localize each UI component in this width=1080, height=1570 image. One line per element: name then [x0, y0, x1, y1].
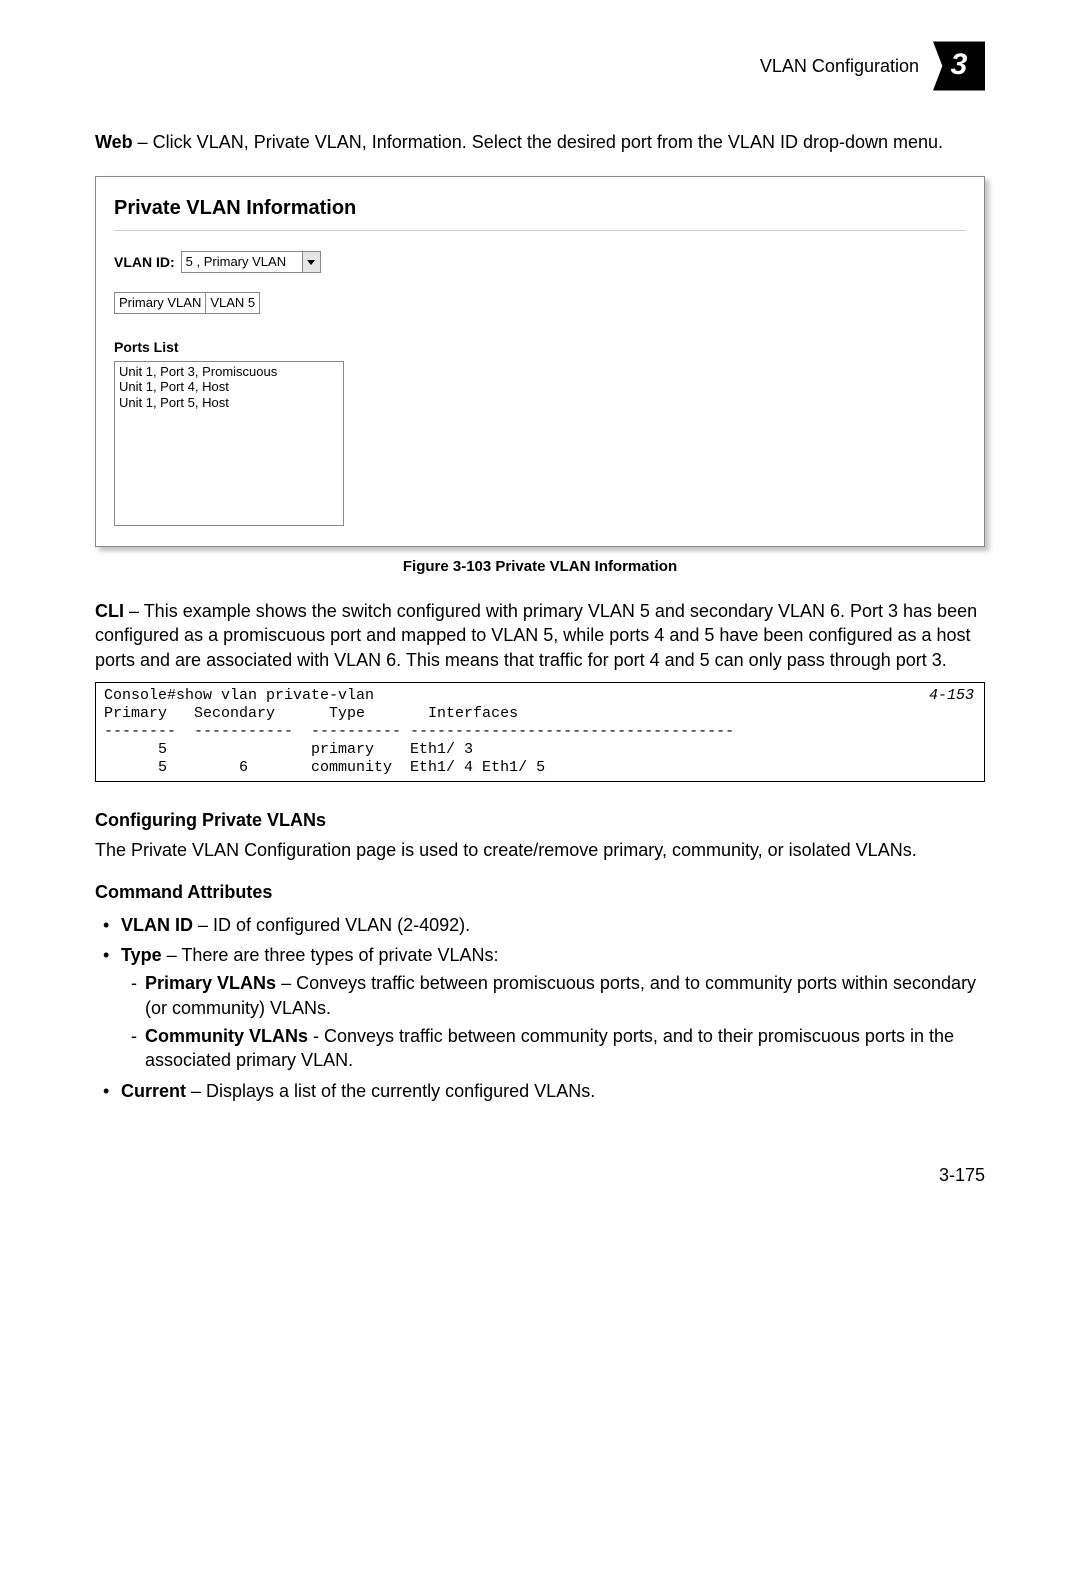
attr-item: Current – Displays a list of the current…: [109, 1079, 985, 1103]
ports-list-box[interactable]: Unit 1, Port 3, Promiscuous Unit 1, Port…: [114, 361, 344, 526]
cli-intro-text: – This example shows the switch configur…: [95, 601, 977, 670]
web-intro: Web – Click VLAN, Private VLAN, Informat…: [95, 130, 985, 154]
attr-subitem: Community VLANs - Conveys traffic betwee…: [131, 1024, 985, 1073]
section-desc: The Private VLAN Configuration page is u…: [95, 838, 985, 862]
ports-list-item[interactable]: Unit 1, Port 3, Promiscuous: [119, 364, 339, 380]
chapter-number: 3: [951, 45, 968, 86]
attr-item: VLAN ID – ID of configured VLAN (2-4092)…: [109, 913, 985, 937]
mini-col1: Primary VLAN: [115, 293, 205, 313]
ports-list-label: Ports List: [114, 338, 966, 357]
mini-col2: VLAN 5: [205, 293, 259, 313]
ports-list-item[interactable]: Unit 1, Port 4, Host: [119, 379, 339, 395]
vlan-id-row: VLAN ID: 5 , Primary VLAN: [114, 251, 966, 273]
cli-line: 5 6 community Eth1/ 4 Eth1/ 5: [104, 759, 545, 776]
figure-caption: Figure 3-103 Private VLAN Information: [95, 557, 985, 577]
web-intro-text: – Click VLAN, Private VLAN, Information.…: [133, 132, 943, 152]
cli-line: 5 primary Eth1/ 3: [104, 741, 473, 758]
command-attributes-heading: Command Attributes: [95, 880, 985, 904]
attr-sublist: Primary VLANs – Conveys traffic between …: [121, 971, 985, 1072]
web-intro-bold: Web: [95, 132, 133, 152]
page-number: 3-175: [95, 1163, 985, 1187]
cli-line: Primary Secondary Type Interfaces: [104, 705, 518, 722]
attr-subitem: Primary VLANs – Conveys traffic between …: [131, 971, 985, 1020]
cli-intro-bold: CLI: [95, 601, 124, 621]
attributes-list: VLAN ID – ID of configured VLAN (2-4092)…: [95, 913, 985, 1103]
screenshot-panel: Private VLAN Information VLAN ID: 5 , Pr…: [95, 176, 985, 546]
panel-title: Private VLAN Information: [114, 195, 966, 231]
cli-intro: CLI – This example shows the switch conf…: [95, 599, 985, 672]
header-title: VLAN Configuration: [760, 54, 919, 78]
chapter-badge: 3: [933, 40, 985, 92]
cli-line: -------- ----------- ---------- --------…: [104, 723, 734, 740]
vlan-id-value: 5 , Primary VLAN: [182, 252, 302, 272]
chevron-down-icon[interactable]: [302, 252, 320, 272]
attr-item: Type – There are three types of private …: [109, 943, 985, 1072]
section-heading: Configuring Private VLANs: [95, 808, 985, 832]
cli-line: Console#show vlan private-vlan: [104, 687, 374, 704]
vlan-id-dropdown[interactable]: 5 , Primary VLAN: [181, 251, 321, 273]
vlan-id-label: VLAN ID:: [114, 253, 175, 272]
ports-list-item[interactable]: Unit 1, Port 5, Host: [119, 395, 339, 411]
primary-vlan-table: Primary VLAN VLAN 5: [114, 292, 260, 314]
cli-output: 4-153 Console#show vlan private-vlan Prim…: [95, 682, 985, 782]
cli-ref: 4-153: [929, 687, 974, 705]
page-header: VLAN Configuration 3: [95, 40, 985, 92]
